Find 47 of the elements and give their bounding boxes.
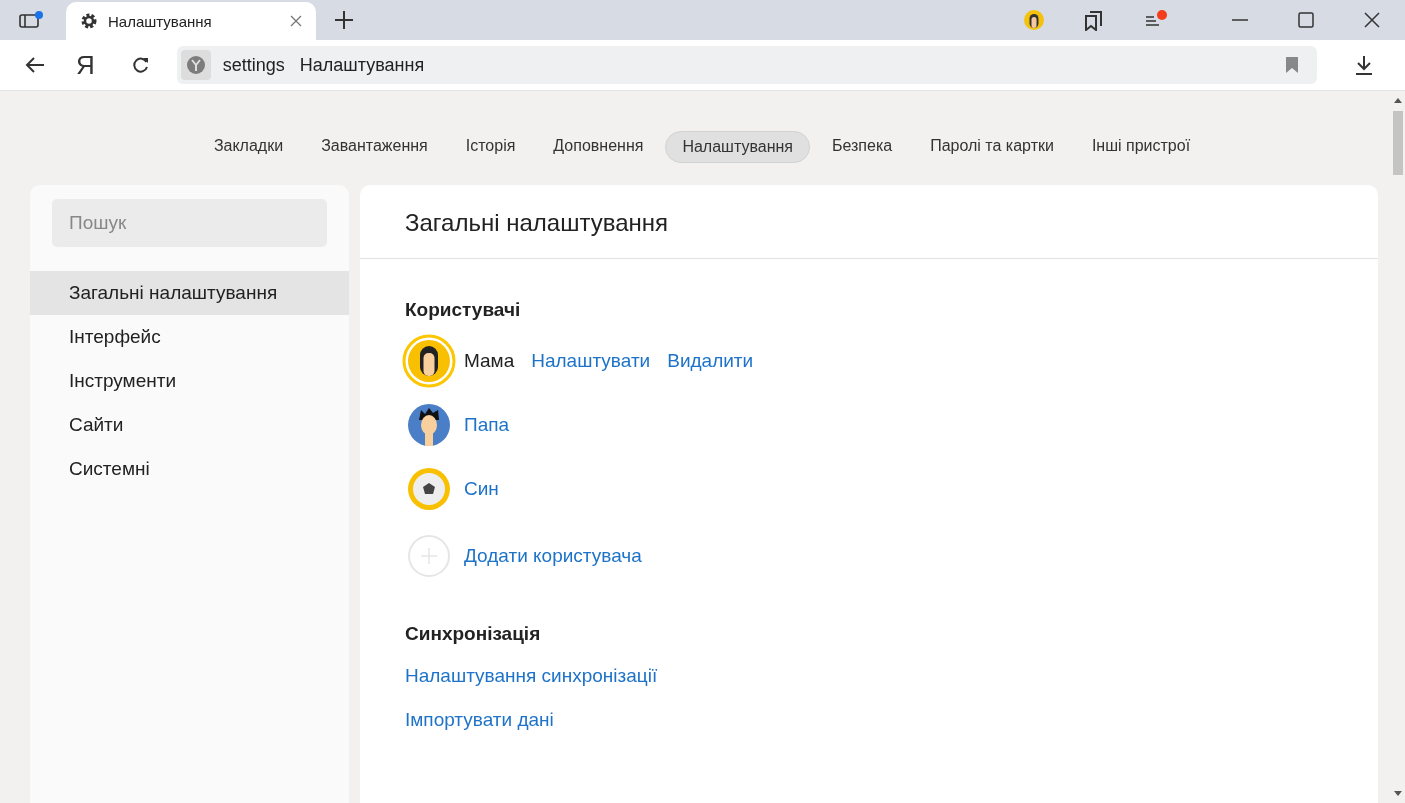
search-field[interactable]: Пошук xyxy=(52,199,327,247)
scrollbar-thumb[interactable] xyxy=(1392,111,1403,175)
nav-tab[interactable]: Завантаження xyxy=(305,131,444,163)
sidebar-item[interactable]: Системні xyxy=(30,447,349,491)
back-arrow-icon[interactable] xyxy=(24,55,46,75)
nav-tab[interactable]: Закладки xyxy=(197,131,300,163)
site-badge-icon xyxy=(180,50,211,80)
user-name: Мама xyxy=(464,350,515,372)
nav-tab[interactable]: Історія xyxy=(449,131,532,163)
sidebar-item[interactable]: Інтерфейс xyxy=(30,315,349,359)
nav-tab[interactable]: Інші пристрої xyxy=(1075,131,1207,163)
sidebar-item[interactable]: Інструменти xyxy=(30,359,349,403)
sync-link[interactable]: Налаштування синхронізації xyxy=(405,665,658,686)
gear-icon xyxy=(80,12,98,30)
browser-tab[interactable]: Налаштування xyxy=(66,2,316,40)
close-window-icon[interactable] xyxy=(1363,11,1381,29)
nav-tab[interactable]: Доповнення xyxy=(537,131,660,163)
sidebar-toggle-icon[interactable] xyxy=(18,10,44,30)
sync-link[interactable]: Імпортувати дані xyxy=(405,709,554,730)
user-action-link[interactable]: Налаштувати xyxy=(531,350,651,372)
sidebar-item[interactable]: Загальні налаштування xyxy=(30,271,349,315)
bookmark-icon[interactable] xyxy=(1284,56,1299,74)
user-avatar-icon[interactable] xyxy=(402,334,456,388)
maximize-icon[interactable] xyxy=(1297,11,1315,29)
profile-avatar-icon[interactable] xyxy=(1023,9,1045,31)
nav-tab[interactable]: Паролі та картки xyxy=(914,131,1070,163)
bookmarks-icon[interactable] xyxy=(1083,9,1105,31)
reload-icon[interactable] xyxy=(130,55,151,75)
new-tab-icon[interactable] xyxy=(334,10,354,30)
user-action-link[interactable]: Видалити xyxy=(667,350,754,372)
user-link[interactable]: Папа xyxy=(464,414,510,436)
close-icon[interactable] xyxy=(290,15,302,27)
add-user-link[interactable]: Додати користувача xyxy=(464,545,642,567)
nav-tab[interactable]: Налаштування xyxy=(665,131,810,163)
nav-tab[interactable]: Безпека xyxy=(816,131,909,163)
scroll-down-icon[interactable] xyxy=(1393,791,1402,797)
address-bar[interactable]: settings Налаштування xyxy=(176,46,1317,84)
section-heading: Синхронізація xyxy=(405,623,542,645)
tab-title: Налаштування xyxy=(108,12,213,30)
section-heading: Користувачі xyxy=(405,299,522,321)
user-link[interactable]: Син xyxy=(464,478,499,500)
panel-title: Загальні налаштування xyxy=(360,185,1378,259)
address-host: settings xyxy=(222,54,285,76)
sidebar-item[interactable]: Сайти xyxy=(30,403,349,447)
scroll-up-icon[interactable] xyxy=(1393,97,1402,103)
browser-logo[interactable]: Я xyxy=(76,49,95,81)
address-page-title: Налаштування xyxy=(299,54,425,76)
